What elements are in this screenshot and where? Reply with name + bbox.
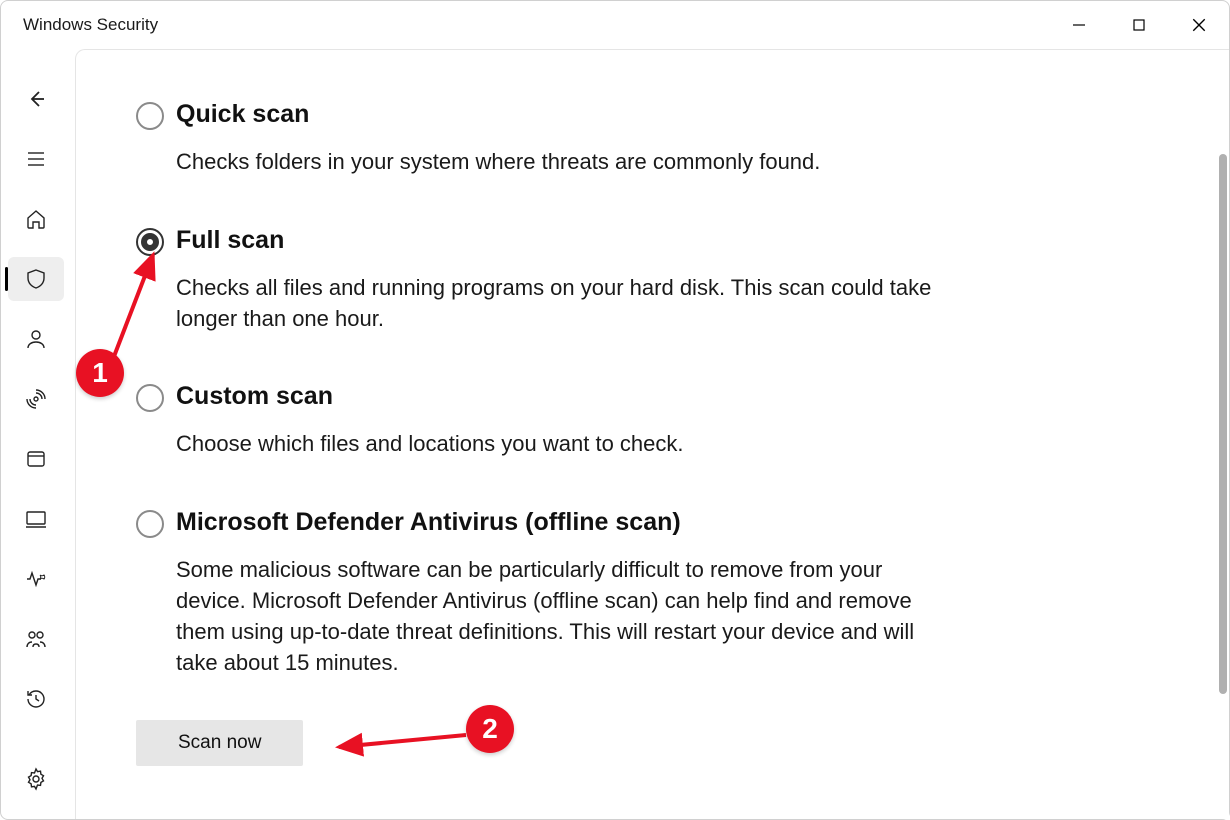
app-browser-icon[interactable] (8, 437, 64, 481)
annotation-marker-2: 2 (466, 705, 514, 753)
hamburger-menu-icon[interactable] (8, 137, 64, 181)
protection-history-icon[interactable] (8, 677, 64, 721)
scrollbar[interactable] (1219, 154, 1227, 694)
close-button[interactable] (1169, 1, 1229, 49)
sidebar (1, 49, 75, 819)
scan-options-list: Quick scan Checks folders in your system… (76, 50, 996, 786)
option-title: Quick scan (176, 100, 936, 129)
firewall-icon[interactable] (8, 377, 64, 421)
radio-custom-scan[interactable] (136, 384, 164, 412)
content-area: Quick scan Checks folders in your system… (75, 49, 1229, 819)
home-icon[interactable] (8, 197, 64, 241)
titlebar: Windows Security (1, 1, 1229, 49)
scan-now-button[interactable]: Scan now (136, 720, 303, 766)
maximize-button[interactable] (1109, 1, 1169, 49)
option-title: Custom scan (176, 382, 936, 411)
window-controls (1049, 1, 1229, 48)
annotation-marker-1: 1 (76, 349, 124, 397)
option-full-scan: Full scan Checks all files and running p… (136, 226, 936, 335)
device-security-icon[interactable] (8, 497, 64, 541)
option-offline-scan: Microsoft Defender Antivirus (offline sc… (136, 508, 936, 678)
radio-quick-scan[interactable] (136, 102, 164, 130)
window-title: Windows Security (23, 15, 158, 35)
device-performance-icon[interactable] (8, 557, 64, 601)
minimize-button[interactable] (1049, 1, 1109, 49)
back-button[interactable] (8, 77, 64, 121)
family-options-icon[interactable] (8, 617, 64, 661)
option-desc: Choose which files and locations you wan… (176, 429, 936, 460)
radio-full-scan[interactable] (136, 228, 164, 256)
option-title: Microsoft Defender Antivirus (offline sc… (176, 508, 936, 537)
settings-icon[interactable] (8, 757, 64, 801)
option-quick-scan: Quick scan Checks folders in your system… (136, 100, 936, 178)
option-custom-scan: Custom scan Choose which files and locat… (136, 382, 936, 460)
radio-offline-scan[interactable] (136, 510, 164, 538)
body: Quick scan Checks folders in your system… (1, 49, 1229, 819)
account-icon[interactable] (8, 317, 64, 361)
option-desc: Checks folders in your system where thre… (176, 147, 936, 178)
shield-icon[interactable] (8, 257, 64, 301)
option-desc: Some malicious software can be particula… (176, 555, 936, 678)
option-title: Full scan (176, 226, 936, 255)
option-desc: Checks all files and running programs on… (176, 273, 936, 335)
